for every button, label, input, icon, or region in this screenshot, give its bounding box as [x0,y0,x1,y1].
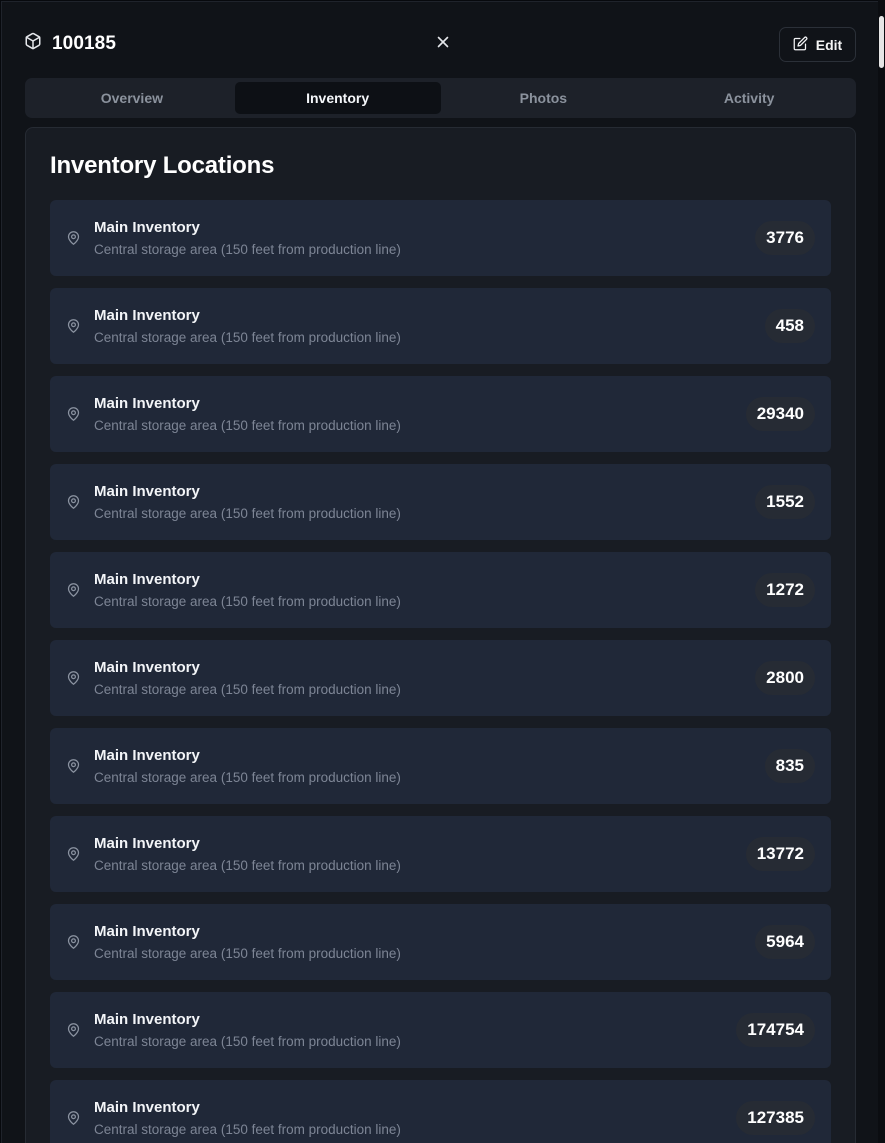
scrollbar-thumb[interactable] [879,16,884,68]
map-pin-icon [66,406,81,422]
location-description: Central storage area (150 feet from prod… [94,946,401,961]
location-description: Central storage area (150 feet from prod… [94,242,401,257]
list-item[interactable]: Main Inventory Central storage area (150 … [50,640,831,716]
detail-panel: 100185 Edit Overview Inventory Photos Ac… [1,1,878,1143]
location-description: Central storage area (150 feet from prod… [94,1034,401,1049]
map-pin-icon [66,846,81,862]
map-pin-icon [66,494,81,510]
list-item[interactable]: Main Inventory Central storage area (150 … [50,1080,831,1143]
location-description: Central storage area (150 feet from prod… [94,330,401,345]
quantity-badge: 5964 [755,925,815,959]
location-list: Main Inventory Central storage area (150 … [50,200,831,1143]
title-group: 100185 [24,32,116,55]
quantity-badge: 127385 [736,1101,815,1135]
list-item[interactable]: Main Inventory Central storage area (150 … [50,992,831,1068]
map-pin-icon [66,582,81,598]
map-pin-icon [66,934,81,950]
location-description: Central storage area (150 feet from prod… [94,682,401,697]
location-name: Main Inventory [94,219,200,236]
close-icon [437,35,449,53]
edit-icon [793,36,808,54]
inventory-card: Inventory Locations Main Inventory Centra… [25,127,856,1143]
edit-button-label: Edit [815,36,843,53]
map-pin-icon [66,318,81,334]
list-item[interactable]: Main Inventory Central storage area (150 … [50,728,831,804]
quantity-badge: 174754 [736,1013,815,1047]
location-description: Central storage area (150 feet from prod… [94,594,401,609]
tab-inventory[interactable]: Inventory [234,82,441,114]
map-pin-icon [66,670,81,686]
quantity-badge: 1272 [755,573,815,607]
location-name: Main Inventory [94,659,200,676]
location-name: Main Inventory [94,1099,200,1116]
list-item[interactable]: Main Inventory Central storage area (150 … [50,288,831,364]
map-pin-icon [66,230,81,246]
tab-activity[interactable]: Activity [646,82,852,114]
list-item[interactable]: Main Inventory Central storage area (150 … [50,904,831,980]
location-name: Main Inventory [94,307,200,324]
section-title: Inventory Locations [50,152,275,179]
quantity-badge: 13772 [745,837,815,871]
edit-button[interactable]: Edit [779,27,856,62]
location-description: Central storage area (150 feet from prod… [94,770,401,785]
list-item[interactable]: Main Inventory Central storage area (150 … [50,464,831,540]
tab-photos[interactable]: Photos [441,82,647,114]
location-name: Main Inventory [94,395,200,412]
tab-overview[interactable]: Overview [29,82,235,114]
quantity-badge: 2800 [755,661,815,695]
list-item[interactable]: Main Inventory Central storage area (150 … [50,376,831,452]
location-name: Main Inventory [94,747,200,764]
location-name: Main Inventory [94,923,200,940]
location-description: Central storage area (150 feet from prod… [94,506,401,521]
location-name: Main Inventory [94,483,200,500]
map-pin-icon [66,1110,81,1126]
quantity-badge: 3776 [755,221,815,255]
quantity-badge: 1552 [755,485,815,519]
close-button[interactable] [434,35,452,53]
map-pin-icon [66,1022,81,1038]
page-title: 100185 [52,32,117,54]
location-description: Central storage area (150 feet from prod… [94,858,401,873]
location-description: Central storage area (150 feet from prod… [94,1122,401,1137]
location-name: Main Inventory [94,835,200,852]
quantity-badge: 29340 [745,397,815,431]
package-icon [24,32,42,55]
map-pin-icon [66,758,81,774]
location-description: Central storage area (150 feet from prod… [94,418,401,433]
list-item[interactable]: Main Inventory Central storage area (150 … [50,552,831,628]
location-name: Main Inventory [94,571,200,588]
list-item[interactable]: Main Inventory Central storage area (150 … [50,816,831,892]
quantity-badge: 458 [764,309,815,343]
scrollbar[interactable] [878,0,885,1143]
location-name: Main Inventory [94,1011,200,1028]
panel-header: 100185 Edit [24,26,856,64]
list-item[interactable]: Main Inventory Central storage area (150 … [50,200,831,276]
tab-bar: Overview Inventory Photos Activity [25,78,856,118]
quantity-badge: 835 [764,749,815,783]
